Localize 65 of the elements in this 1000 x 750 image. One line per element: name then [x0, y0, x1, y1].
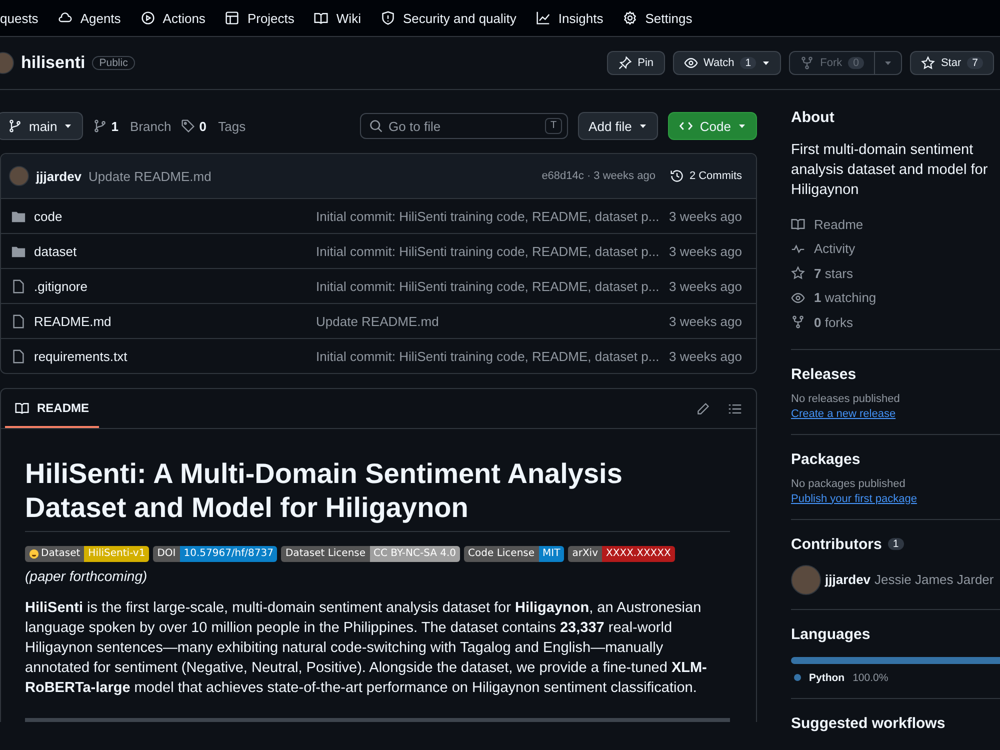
about-link[interactable]: 7 stars: [791, 261, 1000, 286]
empty-note: No packages published: [791, 478, 906, 490]
repo-name[interactable]: hilisenti: [21, 53, 86, 73]
code-button[interactable]: Code: [668, 112, 757, 140]
file-commit-message[interactable]: Initial commit: HiliSenti training code, README, dataset p...: [316, 244, 669, 258]
about-link[interactable]: Readme: [791, 212, 1000, 236]
file-time: 3 weeks ago: [669, 348, 742, 364]
nav-tab[interactable]: quests: [0, 10, 38, 26]
branch-dropdown[interactable]: main: [0, 112, 84, 140]
contributor-name: Jessie James Jarder: [874, 572, 994, 587]
count-badge: 1: [740, 57, 756, 69]
count-badge: 1: [888, 538, 904, 550]
badge-note: (paper forthcoming): [25, 567, 148, 586]
about-link[interactable]: Activity: [791, 236, 1000, 261]
section-heading: Languages: [791, 626, 872, 642]
commits-link[interactable]: 2 Commits: [670, 169, 742, 183]
repo-action-button[interactable]: Pin: [606, 51, 665, 75]
contributor-login[interactable]: jjjardev: [825, 572, 871, 587]
repo-action-button[interactable]: Watch 1: [672, 51, 782, 75]
about-link[interactable]: 1 watching: [791, 286, 1000, 310]
file-time: 3 weeks ago: [669, 208, 742, 224]
file-name[interactable]: dataset: [34, 244, 316, 258]
shortcut-key: T: [545, 118, 562, 134]
file-commit-message[interactable]: Initial commit: HiliSenti training code, README, dataset p...: [316, 348, 669, 364]
count-badge: 7: [967, 57, 983, 69]
nav-tab[interactable]: Agents: [58, 10, 121, 26]
repo-action-button[interactable]: Star 7: [910, 51, 994, 75]
readme-title: HiliSenti: A Multi-Domain Sentiment Analysis Dataset and Model for Hiligaynon: [25, 457, 730, 532]
section-heading: Suggested workflows: [791, 714, 946, 732]
file-time: 3 weeks ago: [669, 244, 742, 258]
nav-tab[interactable]: Insights: [536, 10, 604, 26]
language-percent: 100.0%: [852, 672, 888, 684]
branches-link[interactable]: 1 Branch: [93, 118, 172, 134]
about-link[interactable]: 0 forks: [791, 310, 1000, 334]
commit-sha-time[interactable]: e68d14c · 3 weeks ago: [542, 170, 656, 182]
add-file-button[interactable]: Add file: [578, 112, 658, 140]
section-heading: Packages: [791, 450, 862, 468]
nav-tab[interactable]: Projects: [225, 10, 294, 26]
readme-paragraph: HiliSenti is the first large-scale, multi-domain sentiment analysis dataset for Hiligaynon, an Austronesian language spoken by over 10 million people in the Philippines. The dataset contains 23,337 real-world Hiligaynon sentences—many exhibiting natural code-switching with Tagalog and English—manually annotated for sentiment (Negative, Neutral, Positive). Alongside the dataset, we provide a fine-tuned XLM-RoBERTa-large model that achieves state-of-the-art performance on Hiligaynon sentiment classification.: [25, 599, 708, 698]
readme-tab[interactable]: README: [5, 389, 100, 428]
file-name[interactable]: requirements.txt: [34, 348, 316, 364]
section-heading: Contributors: [791, 536, 882, 552]
nav-tab[interactable]: Settings: [623, 10, 692, 26]
file-time: 3 weeks ago: [669, 314, 742, 328]
commit-author[interactable]: jjjardev: [36, 168, 82, 184]
file-name[interactable]: README.md: [34, 314, 316, 328]
file-commit-message[interactable]: Update README.md: [316, 314, 669, 328]
commit-message[interactable]: Update README.md: [88, 168, 212, 184]
file-name[interactable]: .gitignore: [34, 278, 316, 294]
nav-tab[interactable]: Wiki: [314, 10, 361, 26]
empty-note: No releases published: [791, 392, 901, 404]
tags-link[interactable]: 0 Tags: [181, 118, 246, 134]
file-commit-message[interactable]: Initial commit: HiliSenti training code, README, dataset p...: [316, 278, 669, 294]
visibility-label: Public: [92, 56, 135, 70]
file-commit-message[interactable]: Initial commit: HiliSenti training code, README, dataset p...: [316, 208, 669, 224]
language-name[interactable]: Python: [809, 672, 845, 684]
repo-description: First multi-domain sentiment analysis dataset and model for Hiligaynon: [791, 141, 989, 200]
file-name[interactable]: code: [34, 208, 316, 224]
file-time: 3 weeks ago: [669, 278, 742, 294]
publish-package-link[interactable]: Publish your first package: [791, 492, 917, 504]
section-heading: About: [791, 109, 836, 126]
create-release-link[interactable]: Create a new release: [791, 408, 896, 420]
nav-tab[interactable]: Actions: [140, 10, 206, 26]
nav-tab[interactable]: Security and quality: [380, 10, 516, 26]
section-heading: Releases: [791, 366, 858, 382]
